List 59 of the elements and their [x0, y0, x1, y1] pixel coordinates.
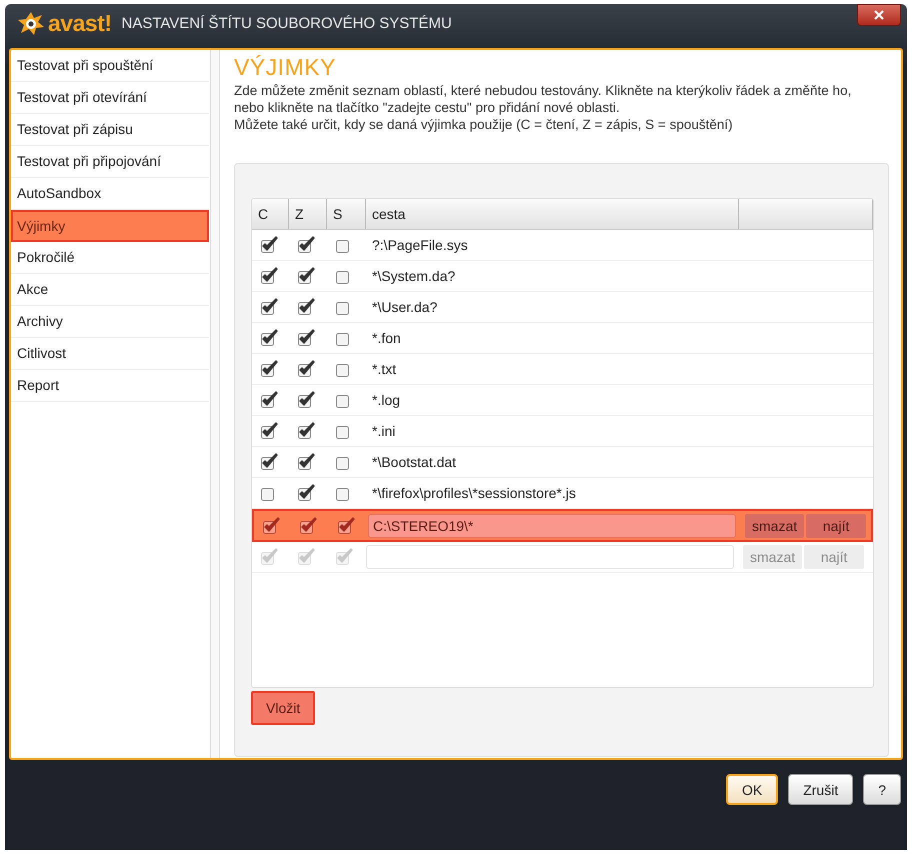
column-header: cesta — [366, 199, 739, 229]
logo-text: avast! — [48, 10, 112, 36]
sidebar-item[interactable]: Testovat při zápisu — [11, 114, 209, 146]
checked-checkbox[interactable] — [296, 360, 316, 378]
checked-checkbox[interactable] — [259, 453, 279, 471]
checked-checkbox[interactable] — [336, 516, 356, 534]
path-text: *\System.da? — [371, 268, 456, 284]
path-text: ?:\PageFile.sys — [371, 237, 468, 253]
checked-checkbox[interactable] — [259, 298, 279, 316]
dialog-button[interactable]: OK — [726, 774, 778, 805]
description-text: Zde můžete změnit seznam oblastí, které nebudou testovány. Klikněte na kterýkoliv řádek a změňte ho, nebo klikněte na tlačítko "zadejte cestu" pro přidání nové oblasti. — [234, 82, 852, 116]
close-icon — [874, 10, 884, 20]
path-text: *\Bootstat.dat — [371, 454, 456, 470]
path-field[interactable]: C:\STEREO19\* — [368, 514, 736, 538]
sidebar-item[interactable]: Akce — [11, 274, 209, 306]
sidebar-item[interactable]: Výjimky — [11, 210, 209, 242]
path-text: *.txt — [371, 361, 396, 377]
find-button[interactable]: najít — [806, 514, 866, 538]
add-button[interactable]: Vložit — [251, 691, 316, 725]
window-title: NASTAVENÍ ŠTÍTU SOUBOROVÉHO SYSTÉMU — [121, 14, 452, 32]
path-text: *\firefox\profiles\*sessionstore*.js — [371, 485, 576, 501]
checked-checkbox[interactable] — [259, 236, 279, 254]
column-header: Z — [289, 199, 327, 229]
checked-checkbox[interactable] — [296, 267, 316, 285]
dialog-button[interactable]: Zrušit — [788, 774, 854, 805]
column-header: S — [327, 199, 366, 229]
delete-button[interactable]: smazat — [745, 514, 804, 538]
checked-checkbox[interactable] — [296, 298, 316, 316]
checked-checkbox[interactable] — [296, 329, 316, 347]
checked-checkbox[interactable] — [296, 422, 316, 440]
sidebar-item[interactable]: Testovat při spouštění — [11, 50, 209, 82]
checked-checkbox[interactable] — [296, 484, 316, 502]
checked-checkbox[interactable] — [259, 329, 279, 347]
path-text: *.ini — [371, 423, 396, 439]
checked-checkbox[interactable] — [259, 267, 279, 285]
checked-checkbox[interactable] — [296, 236, 316, 254]
column-header: C — [252, 199, 289, 229]
sidebar-item[interactable]: Report — [11, 370, 209, 402]
sidebar-item[interactable]: Testovat při otevírání — [11, 82, 209, 114]
checked-checkbox[interactable] — [298, 516, 318, 534]
checked-checkbox[interactable] — [296, 453, 316, 471]
checked-checkbox[interactable] — [261, 516, 281, 534]
dialog-button[interactable]: ? — [863, 774, 901, 805]
checked-checkbox[interactable] — [259, 422, 279, 440]
path-text: *.fon — [371, 330, 401, 346]
logo-icon — [17, 10, 45, 36]
description-text: Můžete také určit, kdy se daná výjimka použije (C = čtení, Z = zápis, S = spouštění) — [234, 116, 734, 133]
checked-checkbox[interactable] — [259, 360, 279, 378]
sidebar-item[interactable]: Pokročilé — [11, 242, 209, 274]
close-button[interactable] — [857, 4, 901, 26]
sidebar-item[interactable]: Archivy — [11, 306, 209, 338]
path-text: *\User.da? — [371, 299, 438, 315]
checked-checkbox[interactable] — [259, 391, 279, 409]
selected-row[interactable]: C:\STEREO19\* smazat najít — [252, 509, 873, 542]
checked-checkbox[interactable] — [296, 391, 316, 409]
sidebar-item[interactable]: Testovat při připojování — [11, 146, 209, 178]
path-text: *.log — [371, 392, 400, 408]
sidebar-item[interactable]: Citlivost — [11, 338, 209, 370]
section-heading: VÝJIMKY — [234, 54, 337, 82]
